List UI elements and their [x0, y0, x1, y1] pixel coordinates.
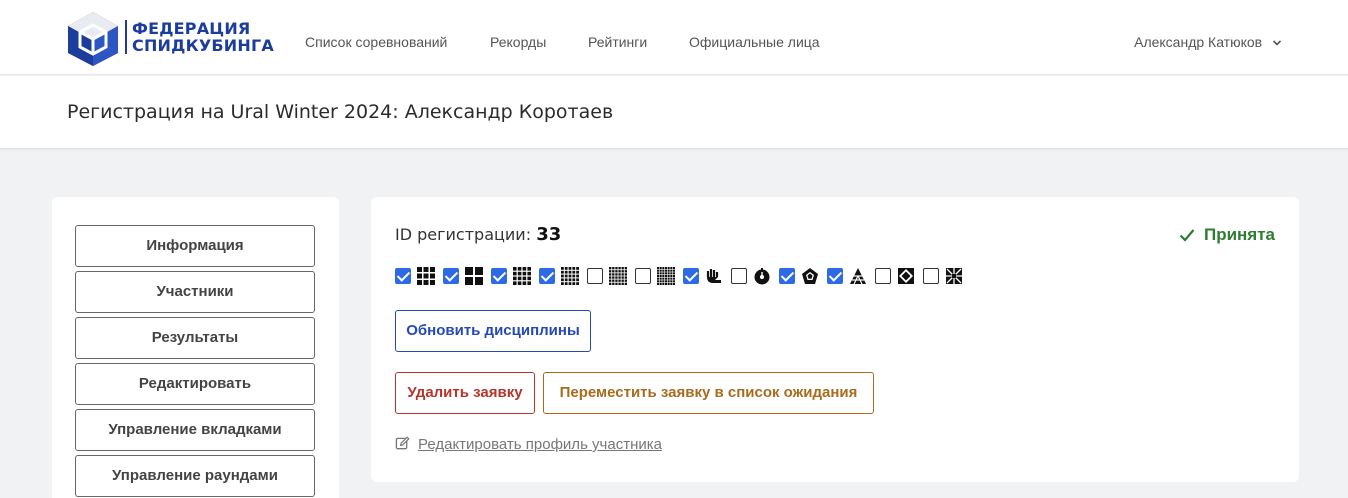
sidebar-item-info[interactable]: Информация	[75, 225, 315, 267]
event-checkbox[interactable]	[539, 268, 555, 284]
event-item	[923, 267, 963, 285]
cube-4x4-icon	[513, 267, 531, 285]
event-checkbox[interactable]	[587, 268, 603, 284]
sidebar-item-tabs[interactable]: Управление вкладками	[75, 409, 315, 451]
move-to-waitlist-button[interactable]: Переместить заявку в список ожидания	[543, 372, 874, 414]
check-icon	[1179, 229, 1195, 242]
event-item	[635, 267, 675, 285]
megaminx-icon	[801, 267, 819, 285]
chevron-down-icon	[1272, 40, 1282, 46]
event-item	[491, 267, 531, 285]
event-checkbox[interactable]	[635, 268, 651, 284]
event-checkbox[interactable]	[731, 268, 747, 284]
brand-name: ФЕДЕРАЦИЯ СПИДКУБИНГА	[132, 20, 274, 54]
top-navbar: ФЕДЕРАЦИЯ СПИДКУБИНГА Список соревновани…	[0, 0, 1348, 75]
brand-line-1: ФЕДЕРАЦИЯ	[132, 19, 251, 38]
event-item	[731, 267, 771, 285]
registration-id-label: ID регистрации:	[395, 225, 532, 244]
event-checkbox[interactable]	[923, 268, 939, 284]
event-checkbox[interactable]	[779, 268, 795, 284]
user-name: Александр Катюков	[1134, 34, 1263, 50]
edit-profile-label: Редактировать профиль участника	[418, 436, 662, 453]
registration-card: ID регистрации: 33 Принята Обновить дисц…	[371, 197, 1299, 482]
status-label: Принята	[1203, 225, 1275, 244]
event-item	[587, 267, 627, 285]
event-checkbox[interactable]	[491, 268, 507, 284]
nav-competitions[interactable]: Список соревнований	[305, 34, 447, 50]
nav-rankings[interactable]: Рейтинги	[588, 34, 647, 50]
event-checkbox[interactable]	[443, 268, 459, 284]
sidebar-item-results[interactable]: Результаты	[75, 317, 315, 359]
event-checkbox[interactable]	[683, 268, 699, 284]
sidebar-item-rounds[interactable]: Управление раундами	[75, 455, 315, 497]
brand-line-2: СПИДКУБИНГА	[132, 36, 274, 55]
page-title: Регистрация на Ural Winter 2024: Алексан…	[67, 101, 614, 123]
event-item	[443, 267, 483, 285]
page-header: Регистрация на Ural Winter 2024: Алексан…	[0, 76, 1348, 149]
registration-id-value: 33	[536, 224, 562, 245]
event-item	[827, 267, 867, 285]
event-item	[395, 267, 435, 285]
status-badge: Принята	[1179, 225, 1275, 245]
nav-records[interactable]: Рекорды	[490, 34, 546, 50]
update-events-button[interactable]: Обновить дисциплины	[395, 310, 591, 352]
event-checkbox[interactable]	[395, 268, 411, 284]
cube-5x5-icon	[561, 267, 579, 285]
competition-sidebar: Информация Участники Результаты Редактир…	[52, 197, 339, 498]
sidebar-item-participants[interactable]: Участники	[75, 271, 315, 313]
pyraminx-icon	[849, 267, 867, 285]
event-item	[683, 267, 723, 285]
event-item	[875, 267, 915, 285]
delete-registration-button[interactable]: Удалить заявку	[395, 372, 535, 414]
user-menu[interactable]: Александр Катюков	[1134, 34, 1282, 50]
nav-officials[interactable]: Официальные лица	[689, 34, 820, 50]
event-checkbox[interactable]	[875, 268, 891, 284]
logo-divider	[125, 20, 127, 54]
skewb-icon	[897, 267, 915, 285]
cube-7x7-icon	[657, 267, 675, 285]
event-checkbox[interactable]	[827, 268, 843, 284]
event-item	[539, 267, 579, 285]
square-1-icon	[945, 267, 963, 285]
registration-id: ID регистрации: 33	[395, 224, 561, 245]
sidebar-item-edit[interactable]: Редактировать	[75, 363, 315, 405]
edit-icon	[395, 436, 410, 450]
event-checkbox-list	[395, 266, 971, 286]
edit-profile-link[interactable]: Редактировать профиль участника	[395, 436, 662, 453]
cube-3x3-icon	[417, 267, 435, 285]
event-item	[779, 267, 819, 285]
cube-2x2-icon	[465, 267, 483, 285]
clock-icon	[753, 267, 771, 285]
one-handed-icon	[705, 267, 723, 285]
cube-logo-icon	[68, 12, 118, 66]
federation-logo[interactable]: ФЕДЕРАЦИЯ СПИДКУБИНГА	[66, 10, 274, 68]
cube-6x6-icon	[609, 267, 627, 285]
